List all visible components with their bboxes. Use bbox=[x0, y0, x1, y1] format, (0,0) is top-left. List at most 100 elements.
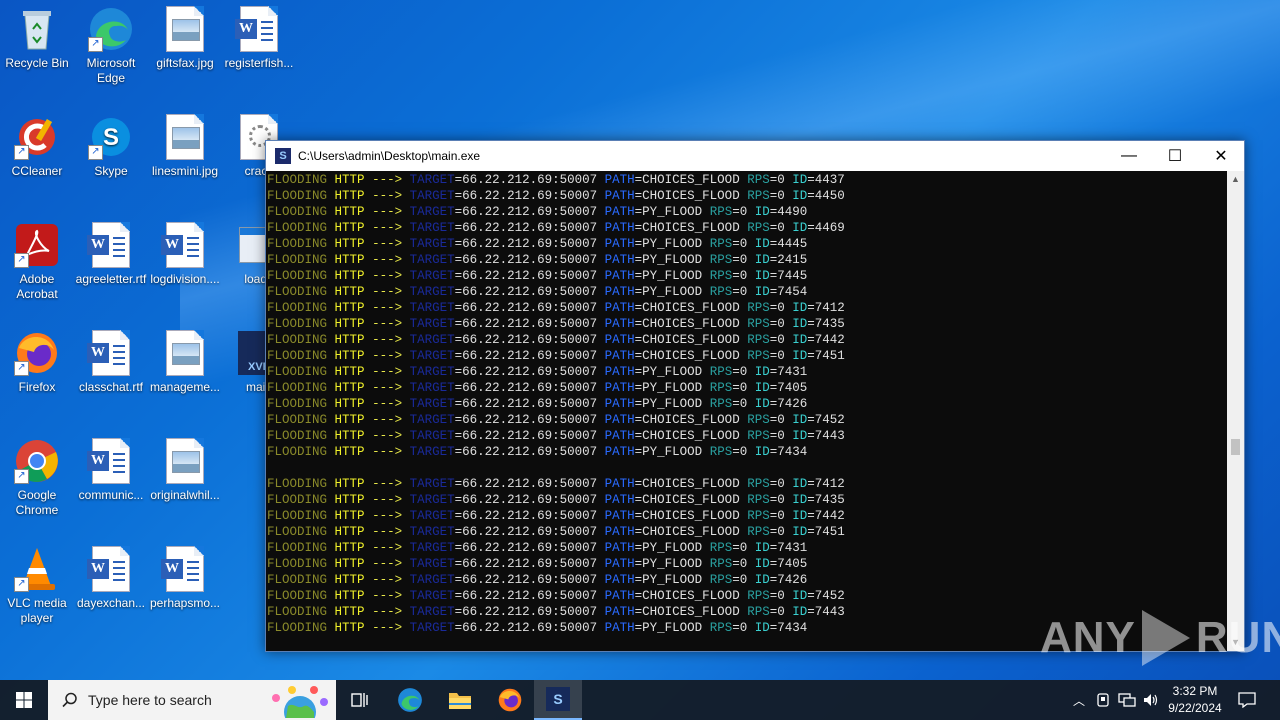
rps-label: RPS bbox=[709, 573, 733, 587]
target-label: TARGET bbox=[409, 333, 455, 347]
path-value: =CHOICES_FLOOD bbox=[634, 301, 740, 315]
task-view-button[interactable] bbox=[340, 680, 380, 720]
path-value: =PY_FLOOD bbox=[634, 445, 703, 459]
desktop-icon-giftsfax[interactable]: giftsfax.jpg bbox=[148, 6, 222, 71]
target-value: =66.22.212.69:50007 bbox=[454, 205, 598, 219]
rps-value: =0 bbox=[769, 429, 785, 443]
notification-icon bbox=[1238, 692, 1256, 708]
desktop-icon-communic[interactable]: W communic... bbox=[74, 438, 148, 503]
desktop-icon-skype[interactable]: S ↗ Skype bbox=[74, 114, 148, 179]
clock-time: 3:32 PM bbox=[1172, 684, 1218, 698]
console-output[interactable]: FLOODING HTTP ---> TARGET =66.22.212.69:5… bbox=[266, 171, 1226, 652]
path-value: =CHOICES_FLOOD bbox=[634, 333, 740, 347]
vertical-scrollbar[interactable]: ▲ ▼ bbox=[1227, 171, 1244, 651]
http-token: HTTP bbox=[334, 221, 365, 235]
tray-device-button[interactable] bbox=[1094, 680, 1112, 720]
taskbar-main-exe-button[interactable]: S bbox=[534, 680, 582, 720]
rps-value: =0 bbox=[769, 301, 785, 315]
desktop-icon-logdivision[interactable]: W logdivision.... bbox=[148, 222, 222, 287]
rps-value: =0 bbox=[769, 349, 785, 363]
desktop-icon-manageme[interactable]: manageme... bbox=[148, 330, 222, 395]
scroll-thumb[interactable] bbox=[1231, 439, 1240, 455]
desktop-icon-vlc[interactable]: ↗ VLC media player bbox=[0, 546, 74, 626]
arrow-token: ---> bbox=[372, 365, 403, 379]
target-value: =66.22.212.69:50007 bbox=[454, 541, 598, 555]
show-hidden-icons-button[interactable]: ︿ bbox=[1070, 680, 1088, 720]
id-label: ID bbox=[754, 381, 770, 395]
id-label: ID bbox=[792, 429, 808, 443]
taskbar-file-explorer-button[interactable] bbox=[440, 680, 480, 720]
taskbar-clock[interactable]: 3:32 PM 9/22/2024 bbox=[1160, 683, 1230, 717]
rps-label: RPS bbox=[747, 189, 770, 203]
target-value: =66.22.212.69:50007 bbox=[454, 381, 598, 395]
target-label: TARGET bbox=[409, 477, 455, 491]
id-label: ID bbox=[754, 269, 770, 283]
rps-value: =0 bbox=[732, 573, 748, 587]
path-value: =CHOICES_FLOOD bbox=[634, 349, 740, 363]
rps-label: RPS bbox=[709, 397, 733, 411]
desktop-icon-label: Microsoft Edge bbox=[86, 56, 136, 85]
maximize-button[interactable]: ☐ bbox=[1152, 141, 1198, 171]
desktop-icon-recycle-bin[interactable]: Recycle Bin bbox=[0, 6, 74, 71]
tray-volume-button[interactable] bbox=[1141, 680, 1161, 720]
console-window[interactable]: S C:\Users\admin\Desktop\main.exe — ☐ ✕ … bbox=[265, 140, 1245, 652]
path-value: =CHOICES_FLOOD bbox=[634, 221, 740, 235]
desktop-icon-google-chrome[interactable]: ↗ Google Chrome bbox=[0, 438, 74, 518]
word-document-icon: W bbox=[87, 438, 134, 484]
usb-device-icon bbox=[1097, 693, 1109, 707]
path-label: PATH bbox=[604, 413, 635, 427]
taskbar-search-box[interactable]: Type here to search bbox=[48, 680, 336, 720]
word-document-icon: W bbox=[161, 222, 208, 268]
http-token: HTTP bbox=[334, 173, 365, 187]
desktop-icon-firefox[interactable]: ↗ Firefox bbox=[0, 330, 74, 395]
http-token: HTTP bbox=[334, 205, 365, 219]
taskbar: Type here to search S ︿ 3:32 PM 9/22/202… bbox=[0, 680, 1280, 720]
shortcut-arrow-icon: ↗ bbox=[14, 253, 29, 268]
id-value: =7435 bbox=[807, 493, 845, 507]
start-button[interactable] bbox=[0, 680, 48, 720]
desktop-icon-label: dayexchan... bbox=[76, 596, 146, 610]
path-value: =CHOICES_FLOOD bbox=[634, 317, 740, 331]
rps-value: =0 bbox=[732, 205, 748, 219]
desktop-icon-ccleaner[interactable]: ↗ CCleaner bbox=[0, 114, 74, 179]
desktop-icon-agreeletter[interactable]: W agreeletter.rtf bbox=[74, 222, 148, 287]
desktop-icon-registerfish[interactable]: W registerfish... bbox=[222, 6, 296, 71]
scroll-up-arrow-icon[interactable]: ▲ bbox=[1227, 171, 1244, 188]
desktop-icon-adobe-acrobat[interactable]: ↗ Adobe Acrobat bbox=[0, 222, 74, 302]
path-value: =PY_FLOOD bbox=[634, 381, 703, 395]
notification-center-button[interactable] bbox=[1234, 680, 1260, 720]
desktop-icon-label: Recycle Bin bbox=[5, 56, 69, 70]
id-label: ID bbox=[754, 573, 770, 587]
id-value: =4445 bbox=[769, 237, 808, 251]
shortcut-arrow-icon: ↗ bbox=[14, 145, 29, 160]
window-titlebar[interactable]: S C:\Users\admin\Desktop\main.exe — ☐ ✕ bbox=[266, 141, 1244, 171]
id-label: ID bbox=[754, 397, 770, 411]
path-label: PATH bbox=[604, 477, 635, 491]
http-token: HTTP bbox=[334, 605, 365, 619]
close-button[interactable]: ✕ bbox=[1198, 141, 1244, 171]
console-line: FLOODING HTTP ---> TARGET=66.22.212.69:5… bbox=[266, 396, 1226, 412]
tray-network-button[interactable] bbox=[1117, 680, 1137, 720]
desktop-icon-classchat[interactable]: W classchat.rtf bbox=[74, 330, 148, 395]
id-value: =7431 bbox=[769, 365, 808, 379]
taskbar-edge-button[interactable] bbox=[390, 680, 430, 720]
desktop-icon-edge[interactable]: ↗ Microsoft Edge bbox=[74, 6, 148, 86]
arrow-token: ---> bbox=[372, 333, 403, 347]
desktop-icon-label: agreeletter.rtf bbox=[75, 272, 147, 286]
word-document-icon: W bbox=[87, 546, 134, 592]
taskbar-firefox-button[interactable] bbox=[490, 680, 530, 720]
flooding-token: FLOODING bbox=[267, 573, 328, 587]
watermark-play-icon bbox=[1141, 610, 1190, 666]
desktop-icon-perhapsmo[interactable]: W perhapsmo... bbox=[148, 546, 222, 611]
minimize-button[interactable]: — bbox=[1106, 141, 1152, 171]
image-file-icon bbox=[162, 114, 208, 160]
desktop-icon-dayexchan[interactable]: W dayexchan... bbox=[74, 546, 148, 611]
desktop-icon-linesmini[interactable]: linesmini.jpg bbox=[148, 114, 222, 179]
firefox-icon: ↗ bbox=[14, 330, 60, 376]
rps-label: RPS bbox=[747, 509, 770, 523]
flooding-token: FLOODING bbox=[267, 397, 328, 411]
desktop-icon-label: communic... bbox=[78, 488, 144, 502]
target-value: =66.22.212.69:50007 bbox=[454, 221, 598, 235]
desktop-icon-originalwhil[interactable]: originalwhil... bbox=[148, 438, 222, 503]
http-token: HTTP bbox=[334, 301, 365, 315]
